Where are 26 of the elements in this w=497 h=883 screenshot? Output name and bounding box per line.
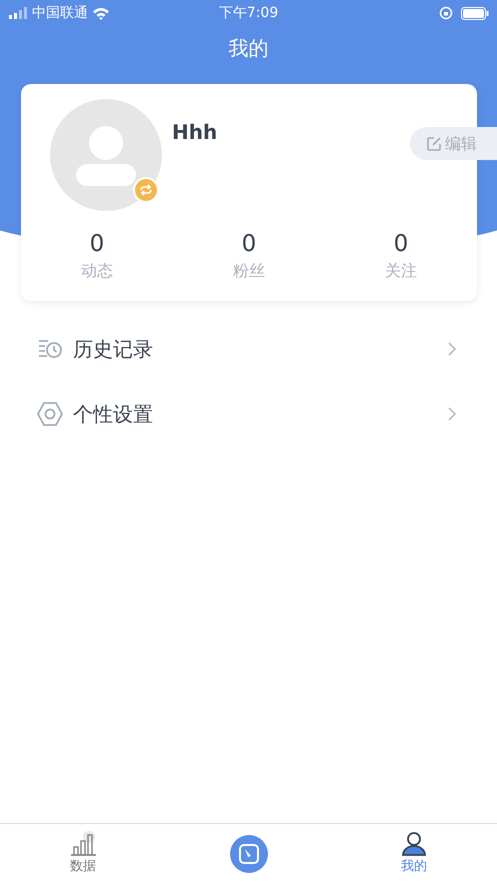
compass-icon — [228, 834, 268, 874]
profile-icon — [401, 830, 428, 857]
wifi-icon — [92, 6, 110, 20]
stat-label[interactable]: 粉丝 — [233, 259, 265, 283]
stat-count: 0 — [90, 230, 104, 259]
status-time: 下午7:09 — [218, 4, 278, 22]
chevron-icon — [447, 340, 457, 356]
signal-icon — [8, 7, 28, 19]
chevron-icon — [447, 406, 457, 422]
tab[interactable]: 数据 — [0, 824, 166, 883]
bar-chart-icon — [68, 830, 97, 857]
menu-item[interactable]: 历史记录 — [0, 316, 497, 381]
tab[interactable]: 我的 — [331, 824, 497, 883]
edit-icon — [426, 136, 442, 152]
stat-count: 0 — [242, 230, 256, 259]
menu-item[interactable]: 个性设置 — [0, 381, 497, 446]
carrier-name: 中国联通 — [32, 4, 88, 22]
stat-label[interactable]: 动态 — [81, 259, 113, 283]
battery-icon — [461, 6, 490, 20]
settings-icon — [37, 400, 63, 426]
user-name: Hhh — [172, 119, 218, 146]
stat-label[interactable]: 关注 — [385, 259, 417, 283]
stat-count: 0 — [394, 230, 408, 259]
edit-button[interactable]: 编辑 — [410, 127, 497, 160]
rotation-lock-icon — [439, 6, 454, 20]
page-title: 我的 — [228, 35, 270, 62]
